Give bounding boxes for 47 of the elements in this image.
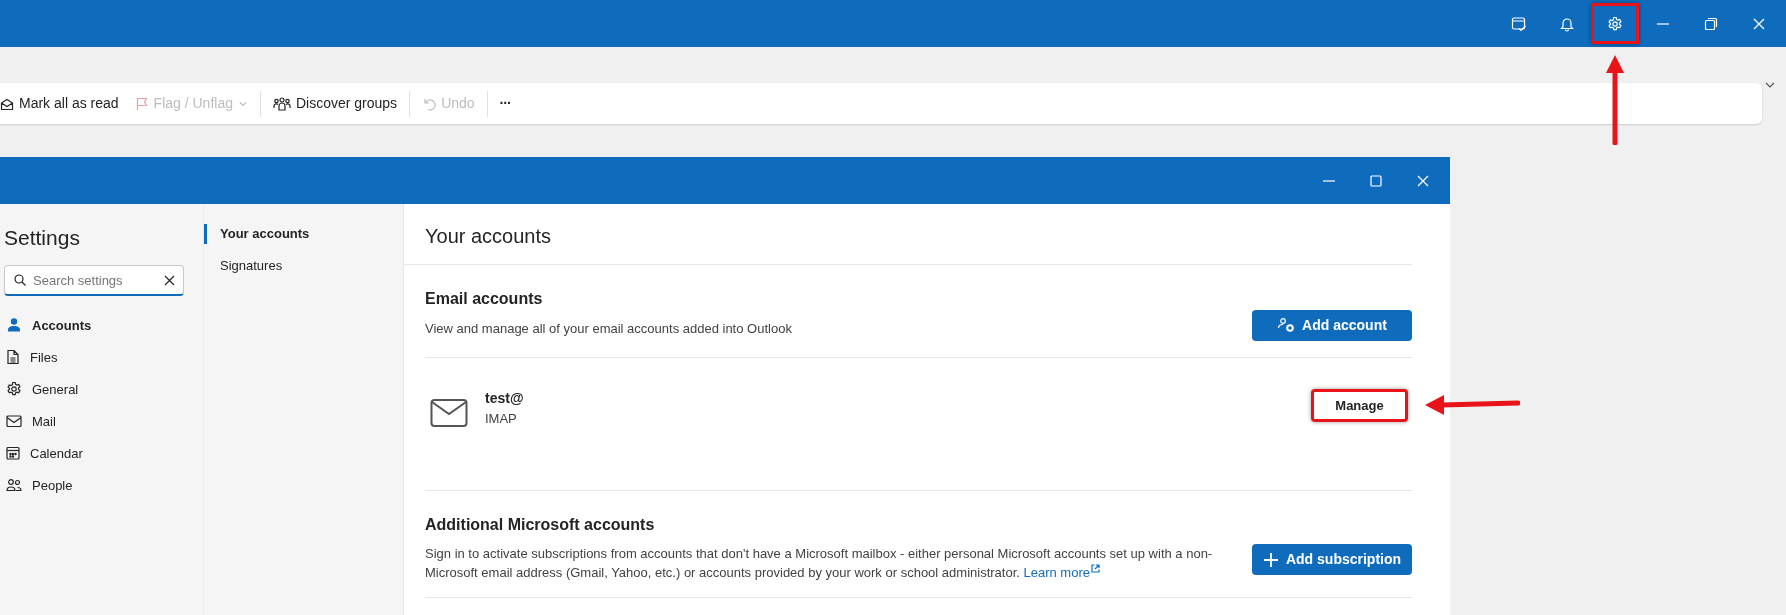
category-item[interactable]: People	[4, 469, 194, 502]
clear-icon	[164, 274, 175, 286]
search-box[interactable]: Search settings	[4, 265, 184, 297]
undo-icon	[422, 96, 437, 111]
category-item[interactable]: General	[4, 373, 194, 406]
settings-icon	[1606, 15, 1623, 32]
section-description: Sign in to activate subscriptions from accounts that don't have a Microsoft mailbox - either personal Microsoft accounts set up with a non-Microsoft email address (Gmail, Yahoo, etc.) or accounts provided by your work or school administrator. Learn more	[425, 545, 1214, 582]
calendar-check-icon	[1510, 15, 1527, 32]
account-name: test@	[485, 388, 524, 408]
external-link-icon	[1091, 563, 1100, 573]
document-icon	[6, 349, 20, 366]
people-group-icon	[272, 95, 291, 112]
bell-icon	[1558, 15, 1575, 32]
minimize-icon	[1323, 179, 1336, 182]
minimize-icon	[1656, 22, 1669, 25]
envelope-open-icon	[0, 96, 14, 111]
learn-more-link[interactable]: Learn more	[1023, 564, 1100, 580]
category-item[interactable]: Files	[4, 341, 194, 374]
section-heading: Additional Microsoft accounts	[425, 515, 656, 536]
search-icon	[13, 273, 27, 288]
more-options-button[interactable]: ···	[491, 87, 519, 120]
settings-title: Settings	[4, 225, 81, 251]
settings-icon	[6, 381, 22, 398]
category-item[interactable]: Calendar	[4, 437, 194, 470]
account-type: IMAP	[485, 409, 518, 428]
people-icon	[6, 478, 22, 493]
section-description: View and manage all of your email accounts added into Outlook	[425, 319, 792, 338]
page-title: Your accounts	[404, 204, 1412, 265]
maximize-icon	[1370, 174, 1383, 187]
category-item[interactable]: Accounts	[4, 309, 194, 342]
restore-icon	[1703, 16, 1718, 31]
close-icon	[1751, 16, 1766, 31]
toolbar-button[interactable]: Mark all as read	[0, 87, 127, 120]
subpage-item[interactable]: Your accounts	[204, 224, 310, 244]
section-heading: Email accounts	[425, 289, 544, 309]
flag-icon	[134, 96, 149, 111]
envelope-icon	[430, 397, 468, 428]
envelope-icon	[6, 414, 22, 429]
category-item[interactable]: Mail	[4, 405, 194, 438]
plus-icon	[1262, 551, 1279, 568]
calendar-icon	[6, 446, 20, 461]
primary-button[interactable]: Add subscription	[1252, 544, 1412, 576]
subpage-item[interactable]: Signatures	[204, 250, 283, 282]
toolbar-button[interactable]: Discover groups	[264, 87, 406, 120]
primary-button[interactable]: Add account	[1252, 309, 1412, 341]
person-icon	[6, 317, 22, 334]
close-icon	[1416, 173, 1431, 188]
